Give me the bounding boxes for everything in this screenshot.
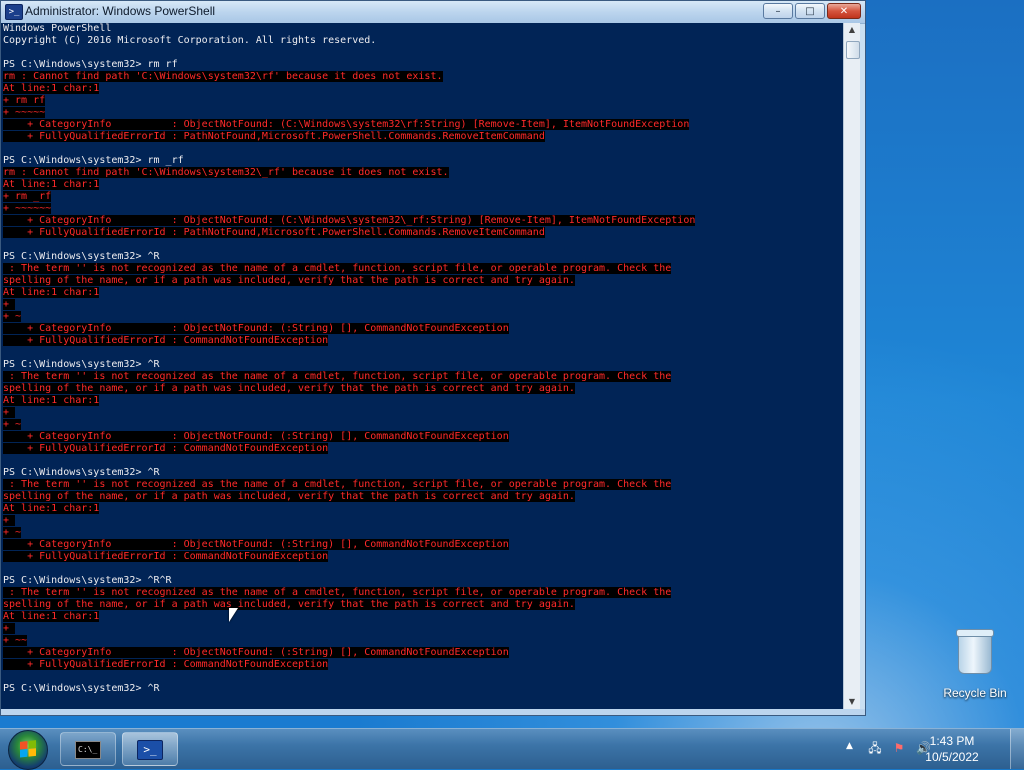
console-line: + FullyQualifiedErrorId : CommandNotFoun… (3, 551, 329, 562)
window-title: Administrator: Windows PowerShell (25, 4, 216, 18)
console-line: rm : Cannot find path 'C:\Windows\system… (3, 167, 449, 178)
windows-logo-icon (20, 740, 36, 758)
console-line: At line:1 char:1 (3, 503, 100, 514)
console-line: spelling of the name, or if a path was i… (3, 383, 575, 394)
scroll-thumb[interactable] (846, 41, 860, 59)
console-line: PS C:\Windows\system32> rm _rf (3, 155, 184, 166)
recycle-bin-label: Recycle Bin (943, 686, 1007, 700)
console-line: + FullyQualifiedErrorId : CommandNotFoun… (3, 659, 329, 670)
console-line: PS C:\Windows\system32> ^R (3, 359, 160, 370)
recycle-bin-icon[interactable] (956, 629, 994, 674)
console-line: rm : Cannot find path 'C:\Windows\system… (3, 71, 443, 82)
powershell-icon[interactable]: >_ (5, 4, 23, 20)
console-line: + CategoryInfo : ObjectNotFound: (:Strin… (3, 431, 509, 442)
console-line: At line:1 char:1 (3, 287, 100, 298)
console-line: + ~ (3, 419, 22, 430)
console-line: + FullyQualifiedErrorId : CommandNotFoun… (3, 443, 329, 454)
title-bar[interactable]: >_ Administrator: Windows PowerShell – □… (1, 1, 865, 24)
vertical-scrollbar[interactable]: ▲ ▼ (843, 23, 860, 709)
console-line: spelling of the name, or if a path was i… (3, 491, 575, 502)
console-line: spelling of the name, or if a path was i… (3, 275, 575, 286)
show-hidden-icons-arrow-icon[interactable]: ▲ (846, 741, 853, 751)
console-line: + (3, 623, 16, 634)
console-line: + FullyQualifiedErrorId : PathNotFound,M… (3, 131, 545, 142)
clock-time: 1:43 PM (929, 734, 975, 748)
console-line: : The term '' is not recognized as the n… (3, 263, 672, 274)
console-line: + ~~ (3, 635, 28, 646)
powershell-icon: >_ (137, 740, 163, 760)
console-line: At line:1 char:1 (3, 611, 100, 622)
action-center-flag-icon[interactable]: ⚑ (892, 741, 906, 755)
console-line: + FullyQualifiedErrorId : CommandNotFoun… (3, 335, 329, 346)
console-line: + ~ (3, 311, 22, 322)
console-line: + (3, 407, 16, 418)
console-line: + CategoryInfo : ObjectNotFound: (:Strin… (3, 539, 509, 550)
console-line: At line:1 char:1 (3, 179, 100, 190)
start-button[interactable] (8, 730, 48, 770)
command-prompt-icon: C:\_ (75, 741, 101, 759)
console-line: + ~~~~~ (3, 107, 46, 118)
console-output[interactable]: Windows PowerShell Copyright (C) 2016 Mic… (1, 23, 843, 709)
network-icon[interactable]: 🖧 (868, 741, 882, 755)
console-line: + (3, 515, 16, 526)
console-line: PS C:\Windows\system32> ^R (3, 683, 160, 694)
console-line: + rm _rf (3, 191, 52, 202)
console-line: : The term '' is not recognized as the n… (3, 587, 672, 598)
mouse-cursor-icon (229, 608, 238, 622)
recycle-bin[interactable]: Recycle Bin (940, 629, 1010, 700)
powershell-taskbar-button[interactable]: >_ (122, 732, 178, 766)
console-line: + CategoryInfo : ObjectNotFound: (C:\Win… (3, 119, 690, 130)
console-line: At line:1 char:1 (3, 83, 100, 94)
window-bottom-frame (1, 709, 865, 715)
maximize-button[interactable]: □ (795, 3, 825, 19)
console-line: spelling of the name, or if a path was i… (3, 599, 575, 610)
console-line: + rm rf (3, 95, 46, 106)
clock-date: 10/5/2022 (925, 750, 979, 764)
console-line: Windows PowerShell (3, 23, 112, 34)
console-line: Copyright (C) 2016 Microsoft Corporation… (3, 35, 377, 46)
scroll-down-arrow-icon[interactable]: ▼ (844, 695, 860, 709)
cmd-taskbar-button[interactable]: C:\_ (60, 732, 116, 766)
scroll-up-arrow-icon[interactable]: ▲ (844, 23, 860, 37)
console-line: + ~~~~~~ (3, 203, 52, 214)
console-line: PS C:\Windows\system32> ^R^R (3, 575, 172, 586)
console-line: + CategoryInfo : ObjectNotFound: (C:\Win… (3, 215, 696, 226)
console-line: : The term '' is not recognized as the n… (3, 371, 672, 382)
console-line: PS C:\Windows\system32> ^R (3, 467, 160, 478)
console-line: + ~ (3, 527, 22, 538)
console-line: + (3, 299, 16, 310)
minimize-button[interactable]: – (763, 3, 793, 19)
console-line: At line:1 char:1 (3, 395, 100, 406)
taskbar: C:\_ >_ ▲ 🖧 ⚑ 🔊 1:43 PM 10/5/2022 (0, 728, 1024, 770)
console-line: + CategoryInfo : ObjectNotFound: (:Strin… (3, 323, 509, 334)
close-button[interactable]: ✕ (827, 3, 861, 19)
console-line: PS C:\Windows\system32> rm rf (3, 59, 178, 70)
console-line: PS C:\Windows\system32> ^R (3, 251, 160, 262)
console-line: : The term '' is not recognized as the n… (3, 479, 672, 490)
console-line: + FullyQualifiedErrorId : PathNotFound,M… (3, 227, 545, 238)
show-desktop-button[interactable] (1010, 729, 1024, 769)
console-line: + CategoryInfo : ObjectNotFound: (:Strin… (3, 647, 509, 658)
system-clock[interactable]: 1:43 PM 10/5/2022 (920, 733, 984, 765)
powershell-window[interactable]: >_ Administrator: Windows PowerShell – □… (0, 0, 866, 716)
